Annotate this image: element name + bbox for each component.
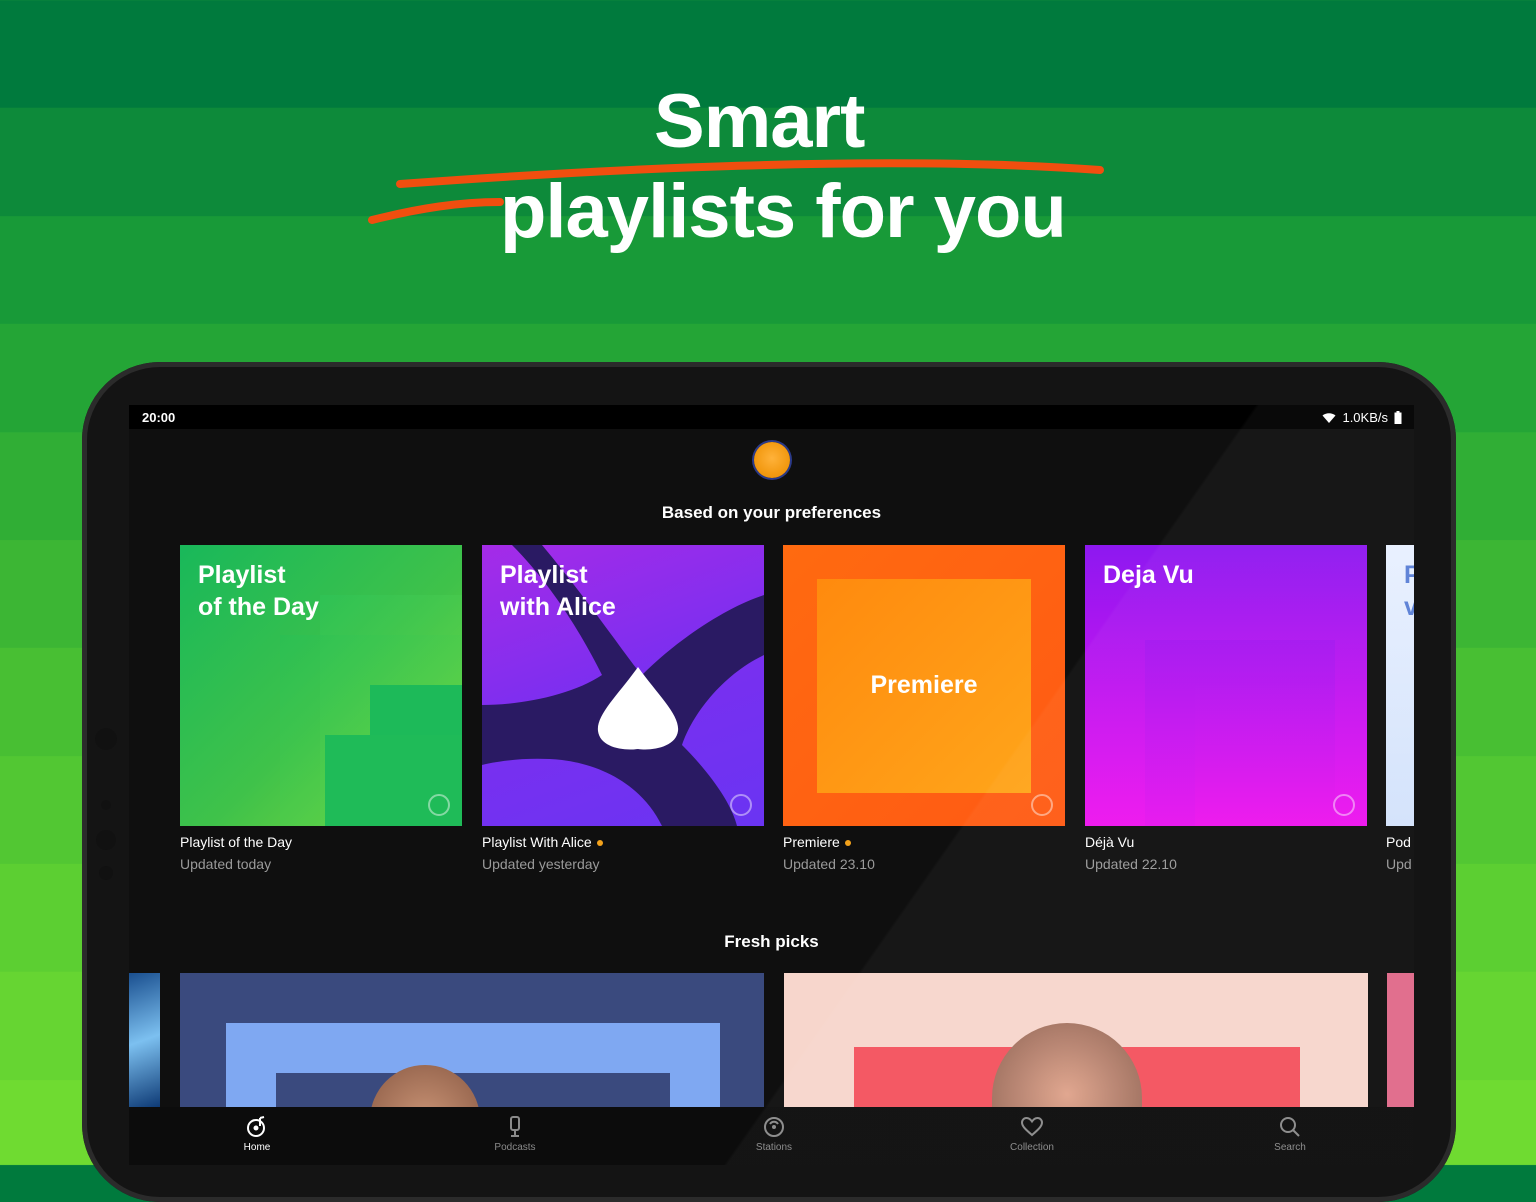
fresh-card-partial-right[interactable] (1387, 973, 1414, 1107)
status-bar: 20:00 1.0KB/s (129, 405, 1414, 429)
headline-line-2: playlists for you (500, 169, 1067, 254)
playlist-cover[interactable]: Playlist of the Day (180, 545, 462, 826)
nav-stations[interactable]: Stations (714, 1115, 834, 1153)
playlist-updated: Updated yesterday (482, 856, 600, 872)
artist-photo (992, 1023, 1142, 1107)
bottom-navigation: Home Podcasts Stations Collection Search (129, 1107, 1414, 1165)
music-badge-icon (428, 794, 450, 816)
playlist-name: Playlist With Alice (482, 834, 764, 850)
cover-title: Premiere (870, 671, 978, 699)
music-badge-icon (1333, 794, 1355, 816)
fresh-card-partial-left[interactable] (129, 973, 160, 1107)
nav-collection-label: Collection (1010, 1142, 1054, 1153)
nav-home[interactable]: Home (197, 1115, 317, 1153)
playlist-cover[interactable]: Premiere (783, 545, 1065, 826)
new-indicator-dot (596, 840, 603, 847)
search-icon (1280, 1117, 1300, 1137)
nav-search[interactable]: Search (1230, 1115, 1350, 1153)
playlist-card[interactable]: Playlist with Alice Playlist With Alice … (482, 545, 764, 872)
camera-dot (95, 728, 117, 750)
microphone-icon (510, 1116, 520, 1137)
nav-search-label: Search (1274, 1142, 1306, 1153)
section-title-fresh: Fresh picks (724, 932, 819, 951)
playlist-cover[interactable]: Deja Vu (1085, 545, 1367, 826)
heart-icon (1020, 1116, 1044, 1137)
playlist-updated: Updated 23.10 (783, 856, 875, 872)
sensor-dot (101, 800, 111, 810)
promo-headline: Smart playlists for you (0, 0, 1536, 300)
playlist-name: Playlist of the Day (180, 834, 293, 850)
playlist-card[interactable]: Playlist of the Day Playlist of the Day … (180, 545, 462, 872)
playlist-updated: Upd (1386, 856, 1412, 872)
home-note-icon (247, 1116, 265, 1137)
wifi-icon (1322, 412, 1336, 423)
music-badge-icon (730, 794, 752, 816)
alice-avatar[interactable] (754, 442, 790, 478)
nav-podcasts-label: Podcasts (494, 1142, 536, 1153)
fresh-card[interactable] (180, 973, 764, 1107)
status-time: 20:00 (142, 410, 176, 425)
nav-podcasts[interactable]: Podcasts (455, 1115, 575, 1153)
nav-home-label: Home (243, 1142, 271, 1153)
fresh-card[interactable] (784, 973, 1368, 1107)
battery-icon (1394, 411, 1402, 424)
playlist-name: Déjà Vu (1085, 834, 1135, 850)
playlist-updated: Updated 22.10 (1085, 856, 1177, 872)
playlist-cover[interactable]: P v (1386, 545, 1414, 826)
playlist-name: Pod (1386, 834, 1411, 850)
status-indicators: 1.0KB/s (1322, 410, 1402, 425)
nav-stations-label: Stations (755, 1142, 793, 1153)
new-indicator-dot (844, 840, 851, 847)
section-title-preferences: Based on your preferences (661, 503, 882, 522)
playlist-card[interactable]: P v Pod Upd (1386, 545, 1414, 872)
cover-title: Deja Vu (1103, 561, 1194, 589)
radio-icon (764, 1117, 784, 1137)
sensor-dot-3 (99, 866, 113, 880)
playlist-name: Premiere (783, 834, 1065, 850)
playlist-card[interactable]: Deja Vu Déjà Vu Updated 22.10 (1085, 545, 1367, 872)
network-speed: 1.0KB/s (1342, 410, 1388, 425)
cover-title: P v (1404, 561, 1414, 621)
app-screen: 20:00 1.0KB/s Based on your preferences … (129, 405, 1414, 1165)
nav-collection[interactable]: Collection (972, 1115, 1092, 1153)
playlist-cover[interactable]: Playlist with Alice (482, 545, 764, 826)
playlist-card[interactable]: Premiere Premiere Updated 23.10 (783, 545, 1065, 872)
music-badge-icon (1031, 794, 1053, 816)
playlist-updated: Updated today (180, 856, 272, 872)
cover-title: Playlist with Alice (500, 561, 616, 621)
cover-title: Playlist of the Day (198, 561, 319, 621)
sensor-dot-2 (96, 830, 116, 850)
